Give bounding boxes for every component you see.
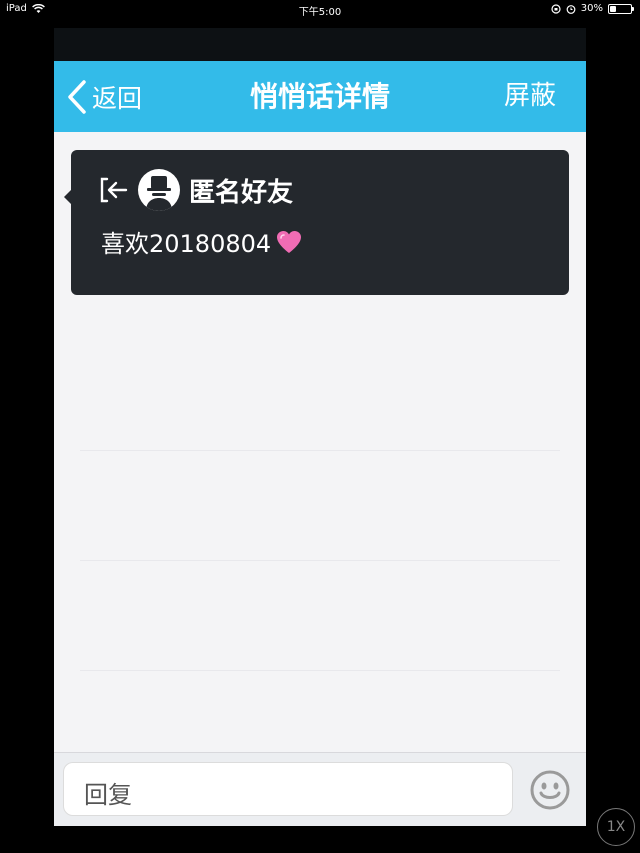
message-content: 喜欢20180804 💗 [101,224,303,259]
playback-speed-badge[interactable]: 1X [597,808,635,846]
reply-bar: 回复 [54,752,586,826]
status-right: 30% [551,3,634,14]
message-list: 匿名好友 喜欢20180804 💗 [54,132,586,752]
status-bar: iPad 下午5:00 30% [0,0,640,18]
list-divider [80,560,560,561]
rotation-lock-icon [551,3,561,14]
battery-icon [608,3,634,14]
emoji-button[interactable] [529,769,571,811]
battery-percent: 30% [580,3,603,14]
top-strip [54,28,586,61]
list-divider [80,670,560,671]
anonymous-avatar-icon [138,169,180,211]
status-time: 下午5:00 [298,7,342,18]
navigation-bar: 返回 悄悄话详情 屏蔽 [54,61,586,132]
message-bubble[interactable]: 匿名好友 喜欢20180804 💗 [64,150,569,295]
list-divider [80,450,560,451]
message-text: 喜欢20180804 [101,230,272,258]
exit-arrow-icon [100,177,128,203]
battery-fill [610,5,616,12]
block-button[interactable]: 屏蔽 [504,61,556,132]
message-header: 匿名好友 [99,169,293,211]
app-window: 返回 悄悄话详情 屏蔽 匿名好友 喜欢20180804 回复 [54,28,586,826]
alarm-icon [566,4,576,14]
reply-input[interactable]: 回复 [63,762,513,816]
smiley-face-icon [530,770,570,810]
sender-name: 匿名好友 [189,177,294,208]
pink-heart-icon [277,230,302,253]
